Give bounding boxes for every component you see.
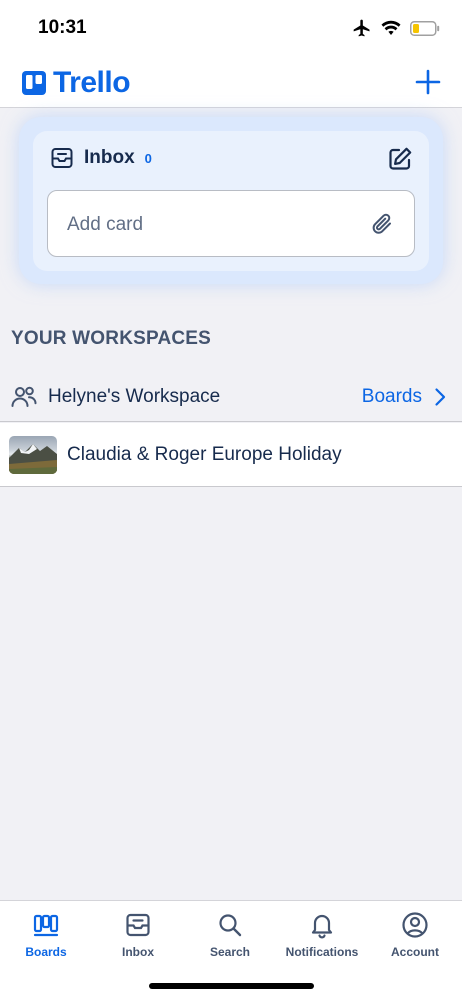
status-time: 10:31 [38,17,87,38]
board-thumbnail [9,436,57,474]
tab-inbox[interactable]: Inbox [92,911,184,959]
section-title-workspaces: YOUR WORKSPACES [11,328,212,349]
chevron-right-icon[interactable] [434,387,446,407]
add-card-placeholder: Add card [67,214,144,235]
tab-label: Boards [25,945,67,959]
inbox-icon [51,148,73,168]
inbox-title: Inbox [84,147,135,168]
add-card-input[interactable]: Add card [47,190,415,257]
tab-boards[interactable]: Boards [0,911,92,959]
wifi-icon [381,20,401,35]
inbox-header: Inbox 0 [50,146,152,170]
inbox-icon [126,913,150,937]
search-icon [219,914,242,937]
board-name: Claudia & Roger Europe Holiday [67,444,342,465]
members-icon [11,386,37,407]
mountain-photo [9,444,57,474]
tab-account[interactable]: Account [369,911,461,959]
trello-logo-icon [22,71,46,95]
tab-notifications[interactable]: Notifications [276,911,368,959]
airplane-mode-icon [353,19,370,37]
status-icons [352,18,440,38]
tab-search[interactable]: Search [184,911,276,959]
tab-label: Notifications [285,945,359,959]
workspace-boards-link[interactable]: Boards [362,386,422,408]
boards-icon [33,914,59,937]
bell-icon [311,914,333,939]
home-indicator[interactable] [149,983,314,989]
battery-icon [410,20,440,36]
edit-icon[interactable] [387,146,413,172]
account-icon [402,912,428,938]
app-name: Trello [53,66,131,99]
tab-label: Account [391,945,439,959]
add-board-button[interactable] [414,68,442,96]
tab-label: Inbox [122,945,154,959]
tab-label: Search [209,945,251,959]
inbox-count-badge: 0 [144,150,152,166]
board-row[interactable]: Claudia & Roger Europe Holiday [0,423,462,487]
app-header: Trello [0,56,462,108]
paperclip-icon[interactable] [370,212,394,236]
workspace-row[interactable]: Helyne's Workspace Boards [0,372,462,422]
workspace-name: Helyne's Workspace [48,386,221,407]
status-bar: 10:31 [0,0,462,56]
trello-logo: Trello [22,66,131,100]
app-screen: 10:31 Trello Inbox 0 Add card YOUR WORKS… [0,0,462,999]
